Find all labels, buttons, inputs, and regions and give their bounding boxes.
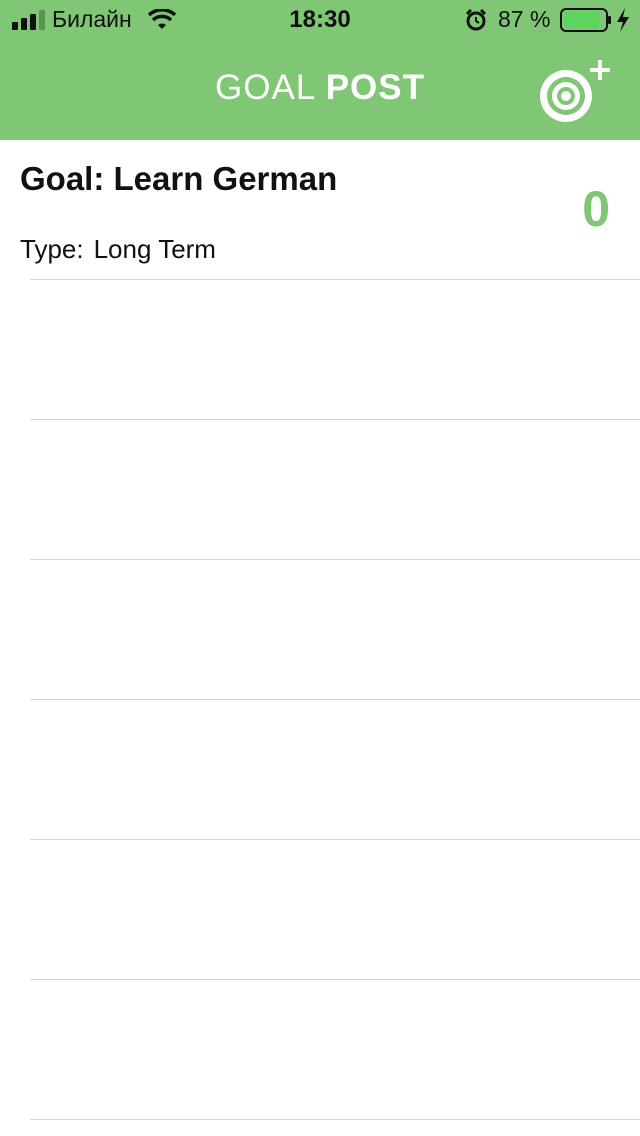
goal-title: Goal: Learn German [20,160,338,197]
battery-percentage: 87 % [498,6,551,32]
app-header: Билайн 18:30 87 % GOAL POST [0,0,640,140]
charging-bolt-icon [617,8,629,32]
list-row[interactable] [0,980,640,1119]
goal-header: Goal: Learn German Type: Long Term 0 [0,140,640,280]
row-divider [30,1119,640,1120]
alarm-clock-icon [465,9,487,31]
row-divider [30,419,640,420]
status-bar: Билайн 18:30 87 % [0,0,640,40]
list-row[interactable] [0,700,640,839]
battery-icon [560,8,611,32]
row-divider [30,699,640,700]
row-divider [30,979,640,980]
target-plus-icon [540,60,610,122]
app-title-light: GOAL [215,68,315,107]
app-title-bold: POST [325,68,425,107]
row-divider [30,559,640,560]
row-divider [30,839,640,840]
list-row[interactable] [0,560,640,699]
list-row[interactable] [0,420,640,559]
row-divider [30,279,640,280]
goal-type-value: Long Term [93,234,216,264]
goal-count: 0 [582,181,610,237]
list-row[interactable] [0,280,640,419]
goal-type-label: Type: [20,234,84,264]
goal-type: Type: Long Term [20,234,216,265]
add-goal-button[interactable] [536,56,616,126]
list-row[interactable] [0,840,640,979]
